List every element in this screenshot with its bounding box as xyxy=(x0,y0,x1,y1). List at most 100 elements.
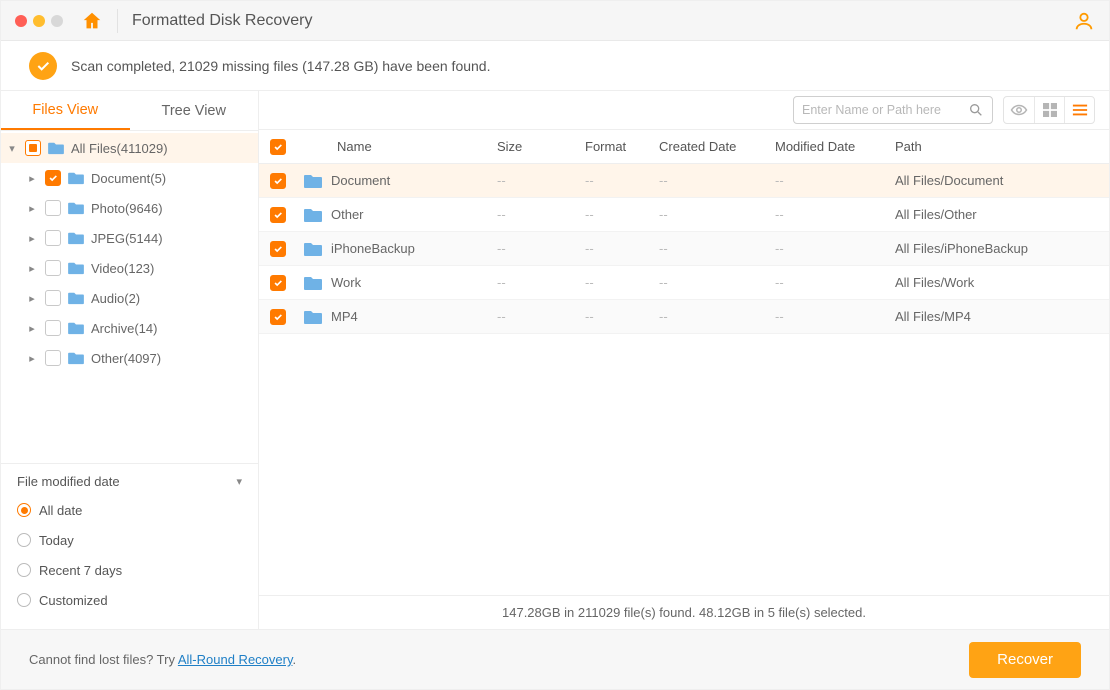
th-path[interactable]: Path xyxy=(895,139,1099,154)
row-size: -- xyxy=(497,207,585,222)
th-format[interactable]: Format xyxy=(585,139,659,154)
filter-option-today[interactable]: Today xyxy=(17,525,242,555)
th-size[interactable]: Size xyxy=(497,139,585,154)
row-checkbox[interactable] xyxy=(270,207,286,223)
radio-icon[interactable] xyxy=(17,563,31,577)
search-box[interactable] xyxy=(793,96,993,124)
filter-title: File modified date xyxy=(17,474,120,489)
folder-icon xyxy=(303,241,323,257)
chevron-right-icon[interactable]: ▸ xyxy=(25,262,39,275)
row-checkbox[interactable] xyxy=(270,241,286,257)
tree-item-archive[interactable]: ▸ Archive(14) xyxy=(1,313,258,343)
tab-files-view[interactable]: Files View xyxy=(1,91,130,130)
home-icon[interactable] xyxy=(81,10,103,32)
folder-icon xyxy=(67,261,85,275)
recover-button[interactable]: Recover xyxy=(969,642,1081,678)
table-row[interactable]: Other--------All Files/Other xyxy=(259,198,1109,232)
search-icon[interactable] xyxy=(968,102,984,118)
tree-label: All Files(411029) xyxy=(71,141,168,156)
table-row[interactable]: iPhoneBackup--------All Files/iPhoneBack… xyxy=(259,232,1109,266)
tree-item-checkbox[interactable] xyxy=(45,170,61,186)
tree-item-document[interactable]: ▸ Document(5) xyxy=(1,163,258,193)
root-checkbox[interactable] xyxy=(25,140,41,156)
radio-icon[interactable] xyxy=(17,593,31,607)
filter-header[interactable]: File modified date ▾ xyxy=(17,474,242,495)
folder-icon xyxy=(303,275,323,291)
status-bar: 147.28GB in 211029 file(s) found. 48.12G… xyxy=(259,595,1109,629)
chevron-down-icon: ▾ xyxy=(236,475,242,488)
tree-item-jpeg[interactable]: ▸ JPEG(5144) xyxy=(1,223,258,253)
list-view-button[interactable] xyxy=(1064,97,1094,123)
radio-icon[interactable] xyxy=(17,503,31,517)
sidebar: Files View Tree View ▾ All Files(411029)… xyxy=(1,91,259,629)
scan-status-text: Scan completed, 21029 missing files (147… xyxy=(71,58,490,74)
th-name[interactable]: Name xyxy=(297,139,497,154)
app-title: Formatted Disk Recovery xyxy=(132,12,313,30)
grid-view-button[interactable] xyxy=(1034,97,1064,123)
check-circle-icon xyxy=(29,52,57,80)
folder-icon xyxy=(67,201,85,215)
th-created[interactable]: Created Date xyxy=(659,139,775,154)
footer: Cannot find lost files? Try All-Round Re… xyxy=(1,629,1109,689)
filter-option-all[interactable]: All date xyxy=(17,495,242,525)
table-row[interactable]: Work--------All Files/Work xyxy=(259,266,1109,300)
row-size: -- xyxy=(497,309,585,324)
tree-item-video[interactable]: ▸ Video(123) xyxy=(1,253,258,283)
folder-icon xyxy=(67,351,85,365)
preview-button[interactable] xyxy=(1004,97,1034,123)
tree-item-checkbox[interactable] xyxy=(45,350,61,366)
tree-item-checkbox[interactable] xyxy=(45,320,61,336)
row-checkbox[interactable] xyxy=(270,275,286,291)
chevron-right-icon[interactable]: ▸ xyxy=(25,292,39,305)
tree-label: Document(5) xyxy=(91,171,166,186)
filter-option-recent7[interactable]: Recent 7 days xyxy=(17,555,242,585)
table-row[interactable]: Document--------All Files/Document xyxy=(259,164,1109,198)
chevron-down-icon[interactable]: ▾ xyxy=(5,142,19,155)
minimize-window-button[interactable] xyxy=(33,15,45,27)
th-modified[interactable]: Modified Date xyxy=(775,139,895,154)
search-input[interactable] xyxy=(802,103,968,117)
all-round-recovery-link[interactable]: All-Round Recovery xyxy=(178,652,293,667)
tab-tree-view[interactable]: Tree View xyxy=(130,91,259,130)
chevron-right-icon[interactable]: ▸ xyxy=(25,322,39,335)
row-checkbox[interactable] xyxy=(270,173,286,189)
row-modified: -- xyxy=(775,275,895,290)
filter-option-label: All date xyxy=(39,503,82,518)
category-tree: ▾ All Files(411029) ▸ Document(5) ▸ xyxy=(1,131,258,463)
chevron-right-icon[interactable]: ▸ xyxy=(25,232,39,245)
chevron-right-icon[interactable]: ▸ xyxy=(25,352,39,365)
file-table: Name Size Format Created Date Modified D… xyxy=(259,129,1109,595)
radio-icon[interactable] xyxy=(17,533,31,547)
folder-icon xyxy=(67,321,85,335)
tree-item-checkbox[interactable] xyxy=(45,260,61,276)
select-all-checkbox[interactable] xyxy=(270,139,286,155)
tree-item-other[interactable]: ▸ Other(4097) xyxy=(1,343,258,373)
maximize-window-button[interactable] xyxy=(51,15,63,27)
main-panel: Name Size Format Created Date Modified D… xyxy=(259,91,1109,629)
folder-icon xyxy=(303,207,323,223)
row-modified: -- xyxy=(775,207,895,222)
chevron-right-icon[interactable]: ▸ xyxy=(25,172,39,185)
folder-icon xyxy=(67,231,85,245)
tree-item-audio[interactable]: ▸ Audio(2) xyxy=(1,283,258,313)
tree-item-checkbox[interactable] xyxy=(45,290,61,306)
table-row[interactable]: MP4--------All Files/MP4 xyxy=(259,300,1109,334)
user-icon[interactable] xyxy=(1073,10,1095,32)
folder-icon xyxy=(303,309,323,325)
row-name: Work xyxy=(331,275,361,290)
row-format: -- xyxy=(585,207,659,222)
status-text: 147.28GB in 211029 file(s) found. 48.12G… xyxy=(502,605,866,620)
tree-item-checkbox[interactable] xyxy=(45,200,61,216)
filter-option-customized[interactable]: Customized xyxy=(17,585,242,615)
row-created: -- xyxy=(659,309,775,324)
tree-label: JPEG(5144) xyxy=(91,231,163,246)
filter-option-label: Customized xyxy=(39,593,108,608)
row-checkbox[interactable] xyxy=(270,309,286,325)
close-window-button[interactable] xyxy=(15,15,27,27)
tree-item-checkbox[interactable] xyxy=(45,230,61,246)
tree-item-photo[interactable]: ▸ Photo(9646) xyxy=(1,193,258,223)
tree-root-all-files[interactable]: ▾ All Files(411029) xyxy=(1,133,258,163)
row-format: -- xyxy=(585,275,659,290)
chevron-right-icon[interactable]: ▸ xyxy=(25,202,39,215)
row-format: -- xyxy=(585,241,659,256)
